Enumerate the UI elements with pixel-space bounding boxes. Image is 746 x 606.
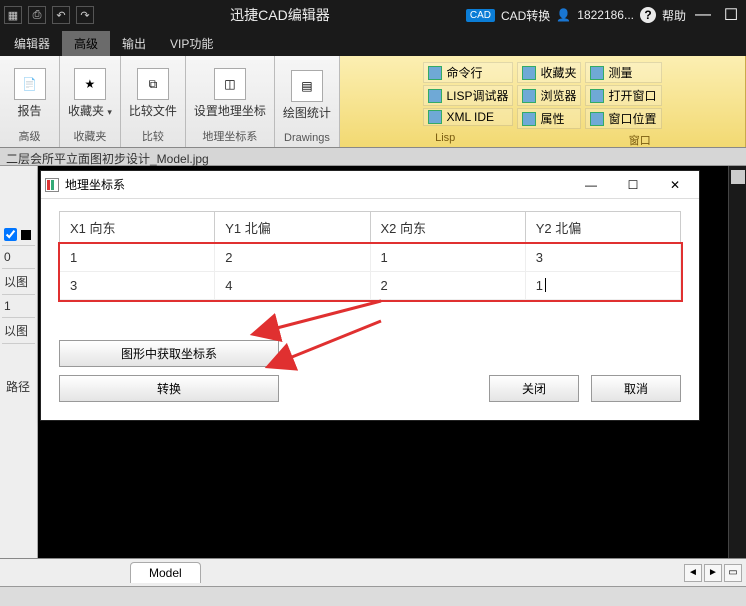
measure-icon xyxy=(590,66,604,80)
layer-checkbox[interactable] xyxy=(4,228,17,241)
compare-icon: ⧉ xyxy=(137,68,169,100)
ribbon-group-favorites[interactable]: ★收藏夹 ▾ 收藏夹 xyxy=(60,56,121,147)
dialog-title: 地理坐标系 xyxy=(65,176,125,193)
geo-icon: ◫ xyxy=(214,68,246,100)
file-tab[interactable]: 二层会所平立面图初步设计_Model.jpg xyxy=(0,148,746,166)
status-bar xyxy=(0,586,746,606)
gold-item-properties[interactable]: 属性 xyxy=(517,108,581,129)
get-from-drawing-button[interactable]: 图形中获取坐标系 xyxy=(59,340,279,367)
layer-row[interactable]: 0 xyxy=(2,246,35,269)
cad-badge-icon: CAD xyxy=(466,9,495,22)
gold-item-favorites[interactable]: 收藏夹 xyxy=(517,62,581,83)
dialog-icon xyxy=(45,178,59,192)
cell[interactable]: 3 xyxy=(60,272,215,300)
ribbon: 📄报告 高级 ★收藏夹 ▾ 收藏夹 ⧉比较文件 比较 ◫设置地理坐标 地理坐标系… xyxy=(0,56,746,148)
ribbon-group-compare[interactable]: ⧉比较文件 比较 xyxy=(121,56,186,147)
table-row[interactable]: 3 4 2 1 xyxy=(60,272,681,300)
ribbon-group-gold: 命令行 LISP调试器 XML IDE 收藏夹 浏览器 属性 测量 打开窗口 窗… xyxy=(340,56,746,147)
left-panel: 0 以图 1 以图 路径 xyxy=(0,166,38,558)
layer-row[interactable]: 1 xyxy=(2,295,35,318)
path-label: 路径 xyxy=(2,374,35,399)
ribbon-group-geo[interactable]: ◫设置地理坐标 地理坐标系 xyxy=(186,56,275,147)
save-icon[interactable]: ▦ xyxy=(4,6,22,24)
ribbon-group-drawings[interactable]: ▤绘图统计 Drawings xyxy=(275,56,340,147)
app-title: 迅捷CAD编辑器 xyxy=(100,5,460,25)
gold-item-measure[interactable]: 测量 xyxy=(585,62,661,83)
right-toolbar xyxy=(728,166,746,558)
col-header[interactable]: Y2 北偏 xyxy=(525,212,680,244)
gold-item-browser[interactable]: 浏览器 xyxy=(517,85,581,106)
tab-advanced[interactable]: 高级 xyxy=(62,31,110,56)
scroll-left-icon[interactable]: ◄ xyxy=(684,564,702,582)
cell[interactable]: 4 xyxy=(215,272,370,300)
gold-item-window-pos[interactable]: 窗口位置 xyxy=(585,108,661,129)
star-icon xyxy=(522,66,536,80)
tab-editor[interactable]: 编辑器 xyxy=(2,31,62,56)
coordinate-table: X1 向东 Y1 北偏 X2 向东 Y2 北偏 1 2 1 3 3 4 2 1 xyxy=(59,211,681,300)
geo-coordinate-dialog: 地理坐标系 — ☐ ✕ X1 向东 Y1 北偏 X2 向东 Y2 北偏 1 2 … xyxy=(40,170,700,421)
gold-item-lisp[interactable]: LISP调试器 xyxy=(423,85,513,106)
layer-row[interactable]: 以图 xyxy=(2,269,35,295)
bottom-tab-bar: Model ◄ ► ▭ xyxy=(0,558,746,586)
help-link[interactable]: 帮助 xyxy=(662,7,686,24)
open-window-icon xyxy=(590,89,604,103)
dialog-minimize-button[interactable]: — xyxy=(571,174,611,196)
cell[interactable]: 3 xyxy=(525,244,680,272)
right-tool-icon[interactable] xyxy=(731,170,745,184)
undo-icon[interactable]: ↶ xyxy=(52,6,70,24)
favorites-icon: ★ xyxy=(74,68,106,100)
table-row[interactable]: 1 2 1 3 xyxy=(60,244,681,272)
tab-output[interactable]: 输出 xyxy=(110,31,158,56)
close-button[interactable]: 关闭 xyxy=(489,375,579,402)
tab-vip[interactable]: VIP功能 xyxy=(158,31,225,56)
drawings-icon: ▤ xyxy=(291,70,323,102)
col-header[interactable]: X1 向东 xyxy=(60,212,215,244)
layer-row[interactable]: 以图 xyxy=(2,318,35,344)
chevron-down-icon: ▾ xyxy=(107,107,112,117)
report-icon: 📄 xyxy=(14,68,46,100)
col-header[interactable]: Y1 北偏 xyxy=(215,212,370,244)
user-label[interactable]: 1822186... xyxy=(577,8,634,22)
dialog-close-button[interactable]: ✕ xyxy=(655,174,695,196)
title-bar: ▦ ⎙ ↶ ↷ 迅捷CAD编辑器 CAD CAD转换 👤 1822186... … xyxy=(0,0,746,30)
gold-item-open-window[interactable]: 打开窗口 xyxy=(585,85,661,106)
help-icon[interactable]: ? xyxy=(640,7,656,23)
dialog-titlebar[interactable]: 地理坐标系 — ☐ ✕ xyxy=(41,171,699,199)
col-header[interactable]: X2 向东 xyxy=(370,212,525,244)
maximize-icon[interactable]: ☐ xyxy=(720,5,742,25)
model-tab[interactable]: Model xyxy=(130,562,201,583)
print-icon[interactable]: ⎙ xyxy=(28,6,46,24)
convert-button[interactable]: 转换 xyxy=(59,375,279,402)
scroll-right-icon[interactable]: ► xyxy=(704,564,722,582)
scroll-handle-icon[interactable]: ▭ xyxy=(724,564,742,582)
cell[interactable]: 1 xyxy=(370,244,525,272)
cad-convert-link[interactable]: CAD转换 xyxy=(501,7,550,24)
properties-icon xyxy=(522,112,536,126)
window-pos-icon xyxy=(590,112,604,126)
ribbon-group-report[interactable]: 📄报告 高级 xyxy=(0,56,60,147)
minimize-icon[interactable]: — xyxy=(692,6,714,24)
layer-row[interactable] xyxy=(2,224,35,246)
browser-icon xyxy=(522,89,536,103)
lisp-icon xyxy=(428,89,442,103)
menu-bar: 编辑器 高级 输出 VIP功能 xyxy=(0,30,746,56)
cell[interactable]: 2 xyxy=(215,244,370,272)
cell[interactable]: 1 xyxy=(60,244,215,272)
dialog-maximize-button[interactable]: ☐ xyxy=(613,174,653,196)
gold-item-cmdline[interactable]: 命令行 xyxy=(423,62,513,83)
cmdline-icon xyxy=(428,66,442,80)
cell-editing[interactable]: 1 xyxy=(525,272,680,300)
xml-icon xyxy=(428,110,442,124)
redo-icon[interactable]: ↷ xyxy=(76,6,94,24)
user-icon: 👤 xyxy=(556,8,571,22)
cell[interactable]: 2 xyxy=(370,272,525,300)
cancel-button[interactable]: 取消 xyxy=(591,375,681,402)
gold-item-xml[interactable]: XML IDE xyxy=(423,108,513,126)
